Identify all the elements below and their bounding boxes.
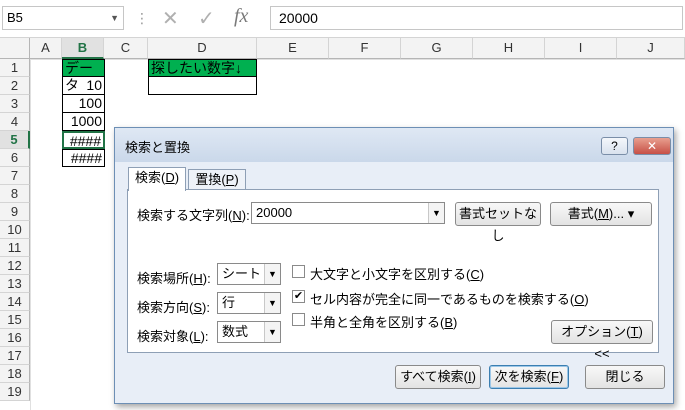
column-header-d[interactable]: D: [148, 38, 257, 59]
column-header-f[interactable]: F: [329, 38, 401, 59]
row-header[interactable]: 11: [0, 239, 30, 257]
match-entire-label[interactable]: セル内容が完全に同一であるものを検索する(O): [310, 289, 589, 308]
match-byte-label[interactable]: 半角と全角を区別する(B): [310, 312, 457, 331]
chevron-down-icon: ▾: [627, 206, 635, 221]
tab-find[interactable]: 検索(D): [128, 167, 186, 191]
column-header-g[interactable]: G: [401, 38, 473, 59]
row-header[interactable]: 2: [0, 77, 30, 95]
insert-function-icon[interactable]: fx: [234, 5, 248, 28]
cancel-icon[interactable]: ✕: [162, 6, 179, 31]
match-case-label[interactable]: 大文字と小文字を区別する(C): [310, 264, 484, 283]
within-select[interactable]: シート ▼: [217, 263, 281, 285]
row-header[interactable]: 18: [0, 365, 30, 383]
name-box-value: B5: [7, 10, 23, 25]
match-byte-checkbox[interactable]: [292, 313, 305, 326]
look-in-select[interactable]: 数式 ▼: [217, 321, 281, 343]
match-entire-checkbox[interactable]: ✔: [292, 290, 305, 303]
row-header[interactable]: 17: [0, 347, 30, 365]
search-direction-label: 検索方向(S):: [137, 300, 210, 315]
row-header[interactable]: 3: [0, 95, 30, 113]
row-header[interactable]: 16: [0, 329, 30, 347]
cell-b1[interactable]: データ: [62, 59, 105, 93]
close-icon[interactable]: ✕: [633, 137, 671, 155]
chevron-down-icon[interactable]: ▼: [264, 293, 280, 313]
find-next-button[interactable]: 次を検索(F): [489, 365, 569, 389]
options-button[interactable]: オプション(T) <<: [551, 320, 653, 361]
row-header[interactable]: 6: [0, 149, 30, 167]
row-header[interactable]: 8: [0, 185, 30, 203]
chevron-down-icon[interactable]: ▼: [110, 7, 119, 29]
row-header[interactable]: 19: [0, 383, 30, 401]
cell-b3[interactable]: 100: [62, 95, 105, 113]
cell-b4[interactable]: 1000: [62, 113, 105, 131]
find-all-button[interactable]: すべて検索(I): [395, 365, 481, 389]
row-header[interactable]: 9: [0, 203, 30, 221]
no-format-set-button[interactable]: 書式セットなし: [455, 202, 541, 243]
row-header[interactable]: 7: [0, 167, 30, 185]
chevron-down-icon[interactable]: ▼: [264, 264, 280, 284]
chevron-down-icon[interactable]: ▼: [428, 203, 444, 223]
row-header[interactable]: 10: [0, 221, 30, 239]
chevron-down-icon[interactable]: ▼: [264, 322, 280, 342]
cell-d2[interactable]: [148, 77, 257, 95]
column-header-c[interactable]: C: [104, 38, 148, 59]
column-header-i[interactable]: I: [545, 38, 617, 59]
row-header[interactable]: 1: [0, 59, 30, 77]
cell-b2[interactable]: 10: [62, 77, 105, 95]
find-what-input[interactable]: 20000: [256, 205, 292, 220]
row-header[interactable]: 15: [0, 311, 30, 329]
name-box[interactable]: B5 ▼: [2, 6, 124, 30]
tab-replace[interactable]: 置換(P): [188, 169, 246, 191]
find-what-combo[interactable]: 20000 ▼: [251, 202, 445, 224]
dialog-title: 検索と置換: [125, 140, 191, 155]
formula-bar: B5 ▼ ⋮ ✕ ✓ fx 20000: [0, 0, 685, 38]
find-replace-dialog: 検索と置換 ? ✕ 検索(D) 置換(P) 検索する文字列(N): 20000 …: [114, 127, 674, 404]
row-header[interactable]: 5: [0, 131, 30, 149]
cell-b6[interactable]: ####: [62, 149, 105, 167]
find-what-label: 検索する文字列(N):: [137, 208, 250, 223]
close-button[interactable]: 閉じる: [585, 365, 665, 389]
dialog-title-bar[interactable]: 検索と置換 ? ✕: [115, 128, 673, 162]
more-icon: ⋮: [135, 10, 149, 26]
select-all-corner[interactable]: [0, 38, 30, 59]
match-case-checkbox[interactable]: [292, 265, 305, 278]
search-direction-select[interactable]: 行 ▼: [217, 292, 281, 314]
look-in-label: 検索対象(L):: [137, 329, 209, 344]
column-header-j[interactable]: J: [617, 38, 685, 59]
cell-d1[interactable]: 探したい数字↓: [148, 59, 257, 77]
column-header-e[interactable]: E: [257, 38, 329, 59]
row-header[interactable]: 12: [0, 257, 30, 275]
row-header[interactable]: 4: [0, 113, 30, 131]
within-label: 検索場所(H):: [137, 271, 211, 286]
formula-input[interactable]: 20000: [270, 6, 683, 30]
enter-icon[interactable]: ✓: [198, 6, 215, 31]
row-header[interactable]: 13: [0, 275, 30, 293]
column-header-h[interactable]: H: [473, 38, 545, 59]
help-button[interactable]: ?: [601, 137, 628, 155]
cell-b5-active[interactable]: ####: [62, 131, 105, 149]
row-header[interactable]: 14: [0, 293, 30, 311]
column-header-a[interactable]: A: [30, 38, 62, 59]
column-header-b[interactable]: B: [62, 38, 104, 59]
format-button[interactable]: 書式(M)... ▾: [550, 202, 652, 226]
